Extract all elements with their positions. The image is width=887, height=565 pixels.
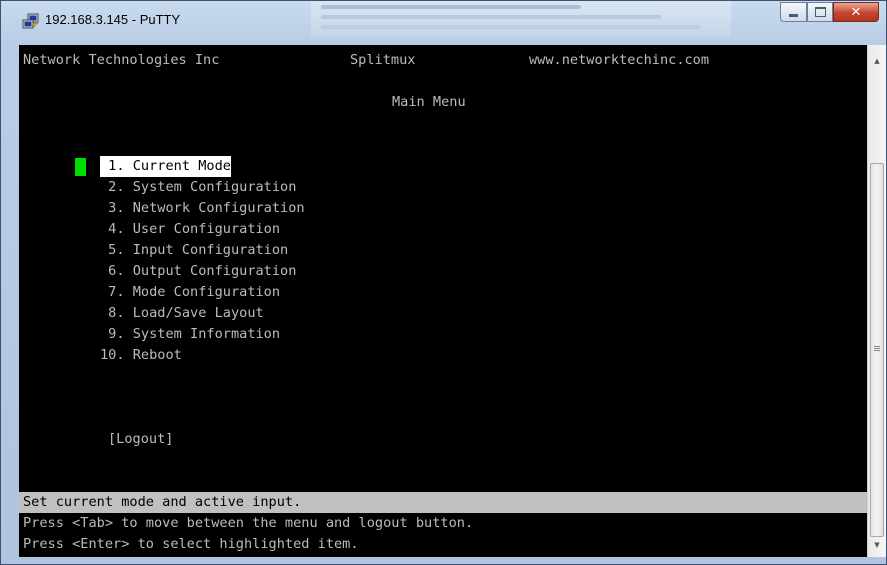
scroll-down-icon[interactable]: ▼	[868, 537, 886, 553]
minimize-button[interactable]	[780, 2, 807, 22]
menu-item-user-configuration[interactable]: 4. User Configuration	[100, 219, 280, 240]
putty-window: 192.168.3.145 - PuTTY ✕ Network Technolo…	[0, 0, 887, 565]
menu-item-current-mode[interactable]: 1. Current Mode	[100, 156, 231, 177]
close-icon: ✕	[850, 4, 862, 20]
logout-button[interactable]: [Logout]	[108, 429, 173, 450]
menu-item-system-configuration[interactable]: 2. System Configuration	[100, 177, 296, 198]
putty-icon[interactable]	[22, 13, 39, 29]
menu-item-mode-configuration[interactable]: 7. Mode Configuration	[100, 282, 280, 303]
window-title: 192.168.3.145 - PuTTY	[45, 12, 181, 27]
menu-item-system-information[interactable]: 9. System Information	[100, 324, 280, 345]
scrollbar-thumb[interactable]	[870, 163, 884, 537]
vertical-scrollbar[interactable]: ▲ ▼	[867, 45, 886, 557]
menu-item-reboot[interactable]: 10. Reboot	[100, 345, 182, 366]
page-title: Main Menu	[392, 94, 466, 110]
status-text: Set current mode and active input.	[23, 494, 302, 510]
minimize-icon	[789, 13, 798, 17]
title-bar[interactable]: 192.168.3.145 - PuTTY ✕	[1, 1, 886, 41]
menu-item-network-configuration[interactable]: 3. Network Configuration	[100, 198, 304, 219]
help-line-enter: Press <Enter> to select highlighted item…	[23, 536, 359, 552]
menu-item-load-save-layout[interactable]: 8. Load/Save Layout	[100, 303, 264, 324]
help-line-tab: Press <Tab> to move between the menu and…	[23, 515, 474, 531]
close-button[interactable]: ✕	[833, 2, 879, 22]
header-company: Network Technologies Inc	[23, 52, 220, 68]
maximize-icon	[814, 7, 826, 17]
terminal-screen[interactable]: Network Technologies Inc Splitmux www.ne…	[19, 45, 867, 557]
scroll-up-icon[interactable]: ▲	[868, 53, 886, 69]
terminal-cursor	[75, 158, 86, 176]
header-website: www.networktechinc.com	[529, 52, 710, 68]
status-line: Set current mode and active input.	[19, 492, 867, 513]
menu-item-output-configuration[interactable]: 6. Output Configuration	[100, 261, 296, 282]
header-product: Splitmux	[350, 52, 416, 68]
background-window-glimpse	[311, 1, 731, 37]
maximize-button[interactable]	[807, 2, 833, 22]
menu-item-input-configuration[interactable]: 5. Input Configuration	[100, 240, 288, 261]
